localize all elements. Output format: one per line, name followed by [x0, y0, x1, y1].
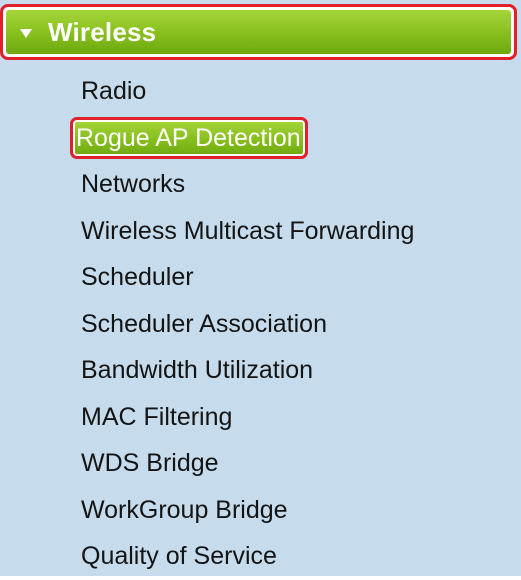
wireless-section-header[interactable]: Wireless: [0, 4, 517, 60]
menu-item-label[interactable]: Radio: [81, 68, 146, 114]
nav-panel: Wireless Radio Rogue AP Detection Networ…: [0, 0, 521, 576]
menu-item-rogue-ap-detection[interactable]: Rogue AP Detection: [0, 115, 521, 162]
wireless-submenu: Radio Rogue AP Detection Networks Wirele…: [0, 68, 521, 580]
menu-item-label[interactable]: Rogue AP Detection: [70, 116, 308, 159]
menu-item-label[interactable]: Scheduler: [81, 254, 194, 300]
menu-item-label[interactable]: WorkGroup Bridge: [81, 487, 288, 533]
menu-item-wireless-multicast-forwarding[interactable]: Wireless Multicast Forwarding: [0, 208, 521, 255]
menu-item-label[interactable]: Scheduler Association: [81, 301, 327, 347]
menu-item-workgroup-bridge[interactable]: WorkGroup Bridge: [0, 487, 521, 534]
triangle-down-icon: [20, 28, 32, 38]
menu-item-radio[interactable]: Radio: [0, 68, 521, 115]
menu-item-networks[interactable]: Networks: [0, 161, 521, 208]
menu-item-label[interactable]: WDS Bridge: [81, 440, 219, 486]
wireless-section-header-bar[interactable]: Wireless: [6, 10, 511, 54]
menu-item-wds-bridge[interactable]: WDS Bridge: [0, 440, 521, 487]
menu-item-mac-filtering[interactable]: MAC Filtering: [0, 394, 521, 441]
menu-item-scheduler-association[interactable]: Scheduler Association: [0, 301, 521, 348]
menu-item-label[interactable]: Bandwidth Utilization: [81, 347, 313, 393]
menu-item-scheduler[interactable]: Scheduler: [0, 254, 521, 301]
menu-item-label[interactable]: MAC Filtering: [81, 394, 232, 440]
menu-item-label[interactable]: Quality of Service: [81, 533, 277, 579]
menu-item-quality-of-service[interactable]: Quality of Service: [0, 533, 521, 580]
menu-item-label[interactable]: Networks: [81, 161, 185, 207]
menu-item-label[interactable]: Wireless Multicast Forwarding: [81, 208, 414, 254]
section-title: Wireless: [48, 16, 157, 47]
menu-item-bandwidth-utilization[interactable]: Bandwidth Utilization: [0, 347, 521, 394]
